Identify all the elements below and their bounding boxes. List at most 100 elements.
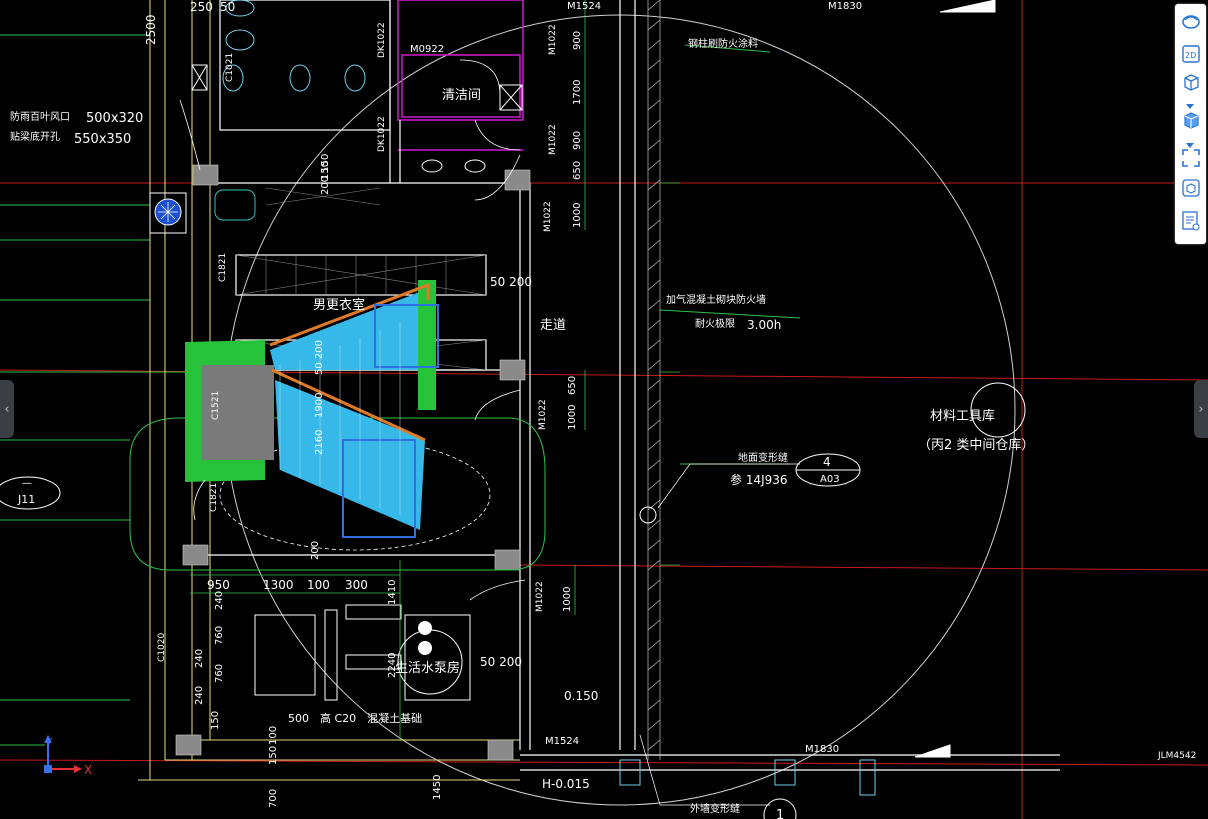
- d-200-s: 200: [310, 541, 321, 560]
- vent-label: 防雨百叶风口: [10, 110, 70, 123]
- c1020: C1020: [157, 633, 167, 662]
- d-1000-b: 1000: [567, 405, 578, 430]
- firewall-hatch: [647, 0, 661, 760]
- joint-label: 地面变形缝: [738, 451, 788, 464]
- d-1900: 1900: [314, 393, 325, 418]
- c1021: C1021: [225, 53, 235, 82]
- elev-0150: 0.150: [564, 689, 598, 703]
- pump-room-label: 生活水泵房: [395, 660, 460, 676]
- m1524-top: M1524: [567, 1, 601, 12]
- m1830-top: M1830: [828, 1, 862, 12]
- axis-door-marks: [619, 759, 876, 796]
- m1830-bot: M1830: [805, 744, 839, 755]
- dim-2500: 2500: [144, 14, 158, 45]
- m0922: M0922: [410, 44, 444, 55]
- locker-room-label: 男更衣室: [313, 297, 365, 313]
- d-1000-a: 1000: [572, 203, 583, 228]
- d-650-a: 650: [572, 161, 583, 180]
- solid-cube-caret-icon[interactable]: [1185, 135, 1195, 148]
- joint-ref: 参 14J936: [730, 472, 788, 487]
- fire-limit-label: 耐火极限: [695, 317, 735, 330]
- view-cube-caret-icon[interactable]: [1185, 96, 1195, 109]
- d-2160: 2160: [314, 430, 325, 455]
- m1022-e: M1022: [535, 581, 545, 612]
- stair-model: [185, 280, 439, 538]
- dim-100: 100: [307, 578, 330, 592]
- dk1022-b: DK1022: [377, 116, 387, 152]
- d-1000-c: 1000: [562, 587, 573, 612]
- right-panel-handle[interactable]: ›: [1194, 380, 1208, 438]
- detail-1: 1: [776, 808, 784, 819]
- d-760-a: 760: [214, 626, 225, 645]
- room-walls-magenta: [397, 0, 524, 151]
- fullscreen-icon[interactable]: [1179, 146, 1202, 169]
- view-toolbar: 2D: [1175, 4, 1206, 244]
- d-200-150: 200 150: [320, 154, 331, 195]
- dim-300: 300: [345, 578, 368, 592]
- hole-label: 贴梁底开孔: [10, 130, 60, 143]
- view-cube-icon[interactable]: [1179, 70, 1202, 93]
- d-240-c: 240: [194, 686, 205, 705]
- steel-fire-note: 钢柱刷防火涂料: [688, 37, 758, 50]
- d-50-200: 50 200: [314, 340, 325, 375]
- aerated-wall-note: 加气混凝土砌块防火墙: [666, 293, 766, 306]
- vent-size: 500x320: [86, 111, 143, 126]
- m1022-d: M1022: [538, 399, 548, 430]
- d-1410: 1410: [387, 580, 398, 605]
- detail-num: 4: [823, 455, 831, 469]
- dim-50: 50: [220, 0, 235, 14]
- view-2d-icon[interactable]: 2D: [1179, 42, 1202, 65]
- svg-text:2D: 2D: [1185, 51, 1196, 60]
- dim-50-200-b: 50 200: [480, 655, 522, 669]
- d-240-a: 240: [214, 591, 225, 610]
- storeroom-type: （丙2 类中间仓库）: [918, 437, 1034, 453]
- base-label: 500 高 C20 混凝土基础: [288, 711, 422, 725]
- orbit-icon[interactable]: [1179, 10, 1202, 33]
- d-150: 150: [210, 711, 221, 730]
- c1821-b: C1821: [209, 483, 219, 512]
- interior-walls: [205, 0, 1060, 771]
- dim-950: 950: [207, 578, 230, 592]
- d-150-100: 150: [268, 746, 279, 765]
- leader-lines: [639, 463, 800, 806]
- left-panel-handle[interactable]: ‹: [0, 380, 14, 438]
- d-650-b: 650: [567, 376, 578, 395]
- dim-1300: 1300: [263, 578, 294, 592]
- properties-icon[interactable]: [1179, 209, 1202, 232]
- c1521: C1521: [211, 391, 221, 420]
- clean-room-label: 清洁间: [442, 88, 481, 103]
- d-760-b: 760: [214, 664, 225, 683]
- vent-fan-icon: [149, 192, 187, 234]
- j11-label: J11: [17, 493, 35, 506]
- outer-joint-label: 外墙变形缝: [690, 802, 740, 815]
- solid-cube-icon[interactable]: [1179, 108, 1202, 131]
- pump-markers: [418, 621, 432, 655]
- d-100-b: 100: [268, 726, 279, 745]
- ucs-axis-icon: Y X: [44, 735, 92, 777]
- d-900-b: 900: [572, 131, 583, 150]
- m1022-b: M1022: [548, 124, 558, 155]
- storeroom-name: 材料工具库: [930, 408, 995, 424]
- cad-drawing-canvas[interactable]: 250 50 2500 M1524 M1830 M0922 DK1022 DK1…: [0, 0, 1208, 819]
- model-icon[interactable]: [1179, 176, 1202, 199]
- ucs-y-label: Y: [45, 737, 53, 748]
- m1022-a: M1022: [548, 24, 558, 55]
- jlm4542: JLM4542: [1157, 751, 1196, 761]
- dim-250: 250: [190, 0, 213, 14]
- fire-limit-value: 3.00h: [747, 318, 781, 332]
- hole-size: 550x350: [74, 132, 131, 147]
- detail-sheet: A03: [820, 474, 840, 485]
- d-1700: 1700: [572, 80, 583, 105]
- d-1450: 1450: [432, 775, 443, 800]
- d-240-b: 240: [194, 649, 205, 668]
- ucs-x-label: X: [84, 763, 92, 777]
- dk1022-a: DK1022: [377, 22, 387, 58]
- corridor-label: 走道: [540, 318, 566, 333]
- c1821-a: C1821: [218, 253, 228, 282]
- dim-50-200-a: 50 200: [490, 275, 532, 289]
- j11-top: —: [22, 478, 32, 489]
- m1022-c: M1022: [543, 201, 553, 232]
- d-2240: 2240: [387, 653, 398, 678]
- m1524-bot: M1524: [545, 736, 579, 747]
- d-900-a: 900: [572, 31, 583, 50]
